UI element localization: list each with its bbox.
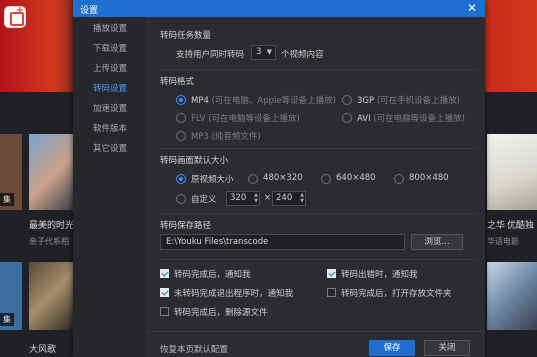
dialog-title-bar[interactable]: 设置 ✕: [73, 0, 485, 17]
sidebar-item-version[interactable]: 软件版本: [73, 119, 146, 139]
size-original-radio[interactable]: [176, 174, 186, 184]
notify-on-error-checkbox[interactable]: [327, 269, 336, 278]
notify-on-exit-checkbox[interactable]: [160, 288, 169, 297]
format-mp3-label[interactable]: MP3 (纯音频文件): [191, 130, 261, 142]
format-mp4-radio[interactable]: [176, 95, 186, 105]
custom-width-stepper[interactable]: 320 ▲ ▼: [226, 191, 260, 206]
video-thumbnail[interactable]: [29, 134, 73, 210]
browse-button[interactable]: 浏览...: [411, 234, 463, 250]
section-divider: [146, 331, 485, 332]
video-title[interactable]: 大风歌: [29, 342, 56, 355]
format-flv-label[interactable]: FLV (可在电脑等设备上播放): [191, 112, 300, 124]
close-icon[interactable]: ✕: [465, 1, 479, 15]
open-folder-label[interactable]: 转码完成后，打开存放文件夹: [341, 287, 452, 299]
video-title[interactable]: 最美的时光: [29, 218, 74, 231]
size-640x480-label[interactable]: 640×480: [336, 173, 376, 183]
format-flv-radio[interactable]: [176, 113, 186, 123]
video-title[interactable]: 之华: [487, 218, 505, 231]
video-subtitle: 华语电影: [487, 237, 519, 246]
stepper-arrows-icon[interactable]: ▲ ▼: [254, 192, 258, 204]
dialog-footer: 恢复本页默认配置 保存 关闭: [146, 339, 485, 357]
sidebar-item-upload[interactable]: 上传设置: [73, 59, 146, 79]
notify-on-error-label[interactable]: 转码出错时，通知我: [341, 268, 418, 280]
size-640x480-radio[interactable]: [321, 174, 331, 184]
sidebar-item-download[interactable]: 下载设置: [73, 39, 146, 59]
custom-height-stepper[interactable]: 240 ▲ ▼: [272, 191, 306, 206]
video-thumbnail[interactable]: [29, 262, 73, 330]
delete-source-label[interactable]: 转码完成后，删除源文件: [174, 306, 268, 318]
section-divider: [160, 148, 478, 149]
format-title: 转码格式: [160, 77, 195, 87]
size-title: 转码画面默认大小: [160, 156, 229, 166]
task-count-prefix: 支持用户同时转码: [176, 50, 245, 60]
size-custom-label[interactable]: 自定义: [191, 193, 217, 205]
times-sign: ×: [264, 193, 272, 203]
stepper-arrows-icon[interactable]: ▲ ▼: [300, 192, 304, 204]
sidebar-item-acceleration[interactable]: 加速设置: [73, 99, 146, 119]
thumbnail-caption: 集: [0, 193, 14, 206]
section-divider: [160, 213, 478, 214]
dialog-title: 设置: [80, 6, 99, 16]
sidebar-item-playback[interactable]: 播放设置: [73, 19, 146, 39]
restore-defaults-link[interactable]: 恢复本页默认配置: [160, 343, 228, 355]
save-path-title: 转码保存路径: [160, 221, 212, 231]
thumbnail-caption: 集: [0, 313, 14, 326]
size-480x320-label[interactable]: 480×320: [263, 173, 303, 183]
size-480x320-radio[interactable]: [248, 174, 258, 184]
task-count-value: 3: [256, 47, 262, 57]
video-thumbnail[interactable]: [487, 262, 537, 330]
format-mp4-label[interactable]: MP4 (可在电脑、Apple等设备上播放): [191, 94, 336, 106]
notify-on-complete-checkbox[interactable]: [160, 269, 169, 278]
delete-source-checkbox[interactable]: [160, 307, 169, 316]
settings-sidebar: 播放设置 下载设置 上传设置 转码设置 加速设置 软件版本 其它设置: [73, 17, 146, 357]
video-thumbnail[interactable]: 集: [0, 134, 22, 210]
video-thumbnail[interactable]: [487, 134, 537, 210]
section-divider: [160, 259, 478, 260]
size-800x480-label[interactable]: 800×480: [409, 173, 449, 183]
transcode-settings-panel: 转码任务数量 支持用户同时转码 3 ▼ 个视频内容 转码格式 MP4 (可在电脑…: [146, 17, 485, 357]
size-800x480-radio[interactable]: [394, 174, 404, 184]
format-mp3-radio[interactable]: [176, 131, 186, 141]
task-count-title: 转码任务数量: [160, 31, 212, 41]
notify-on-exit-label[interactable]: 未转码完成退出程序时，通知我: [174, 287, 293, 299]
size-custom-radio[interactable]: [176, 194, 186, 204]
task-count-select[interactable]: 3 ▼: [251, 45, 276, 60]
task-count-suffix: 个视频内容: [281, 50, 324, 60]
size-original-label[interactable]: 原视频大小: [191, 173, 234, 185]
format-3gp-label[interactable]: 3GP (可在手机设备上播放): [357, 94, 460, 106]
save-button[interactable]: 保存: [369, 340, 415, 356]
close-button[interactable]: 关闭: [424, 340, 470, 356]
format-3gp-radio[interactable]: [342, 95, 352, 105]
save-path-field[interactable]: E:\Youku Files\transcode: [160, 234, 405, 250]
format-avi-label[interactable]: AVI (可在电脑等设备上播放): [357, 112, 465, 124]
open-folder-checkbox[interactable]: [327, 288, 336, 297]
format-avi-radio[interactable]: [342, 113, 352, 123]
sidebar-item-transcode[interactable]: 转码设置: [73, 79, 146, 99]
sidebar-item-other[interactable]: 其它设置: [73, 139, 146, 159]
notify-on-complete-label[interactable]: 转码完成后，通知我: [174, 268, 251, 280]
video-thumbnail[interactable]: 集: [0, 262, 22, 330]
custom-width-value: 320: [230, 193, 247, 203]
app-logo-icon[interactable]: [4, 5, 26, 28]
chevron-down-icon: ▼: [266, 48, 272, 56]
settings-dialog: 设置 ✕ 播放设置 下载设置 上传设置 转码设置 加速设置 软件版本 其它设置 …: [73, 0, 485, 357]
video-subtitle: 亲子代系相: [29, 237, 69, 246]
section-divider: [160, 69, 478, 70]
video-title[interactable]: 优酷独: [507, 218, 534, 231]
custom-height-value: 240: [276, 193, 293, 203]
